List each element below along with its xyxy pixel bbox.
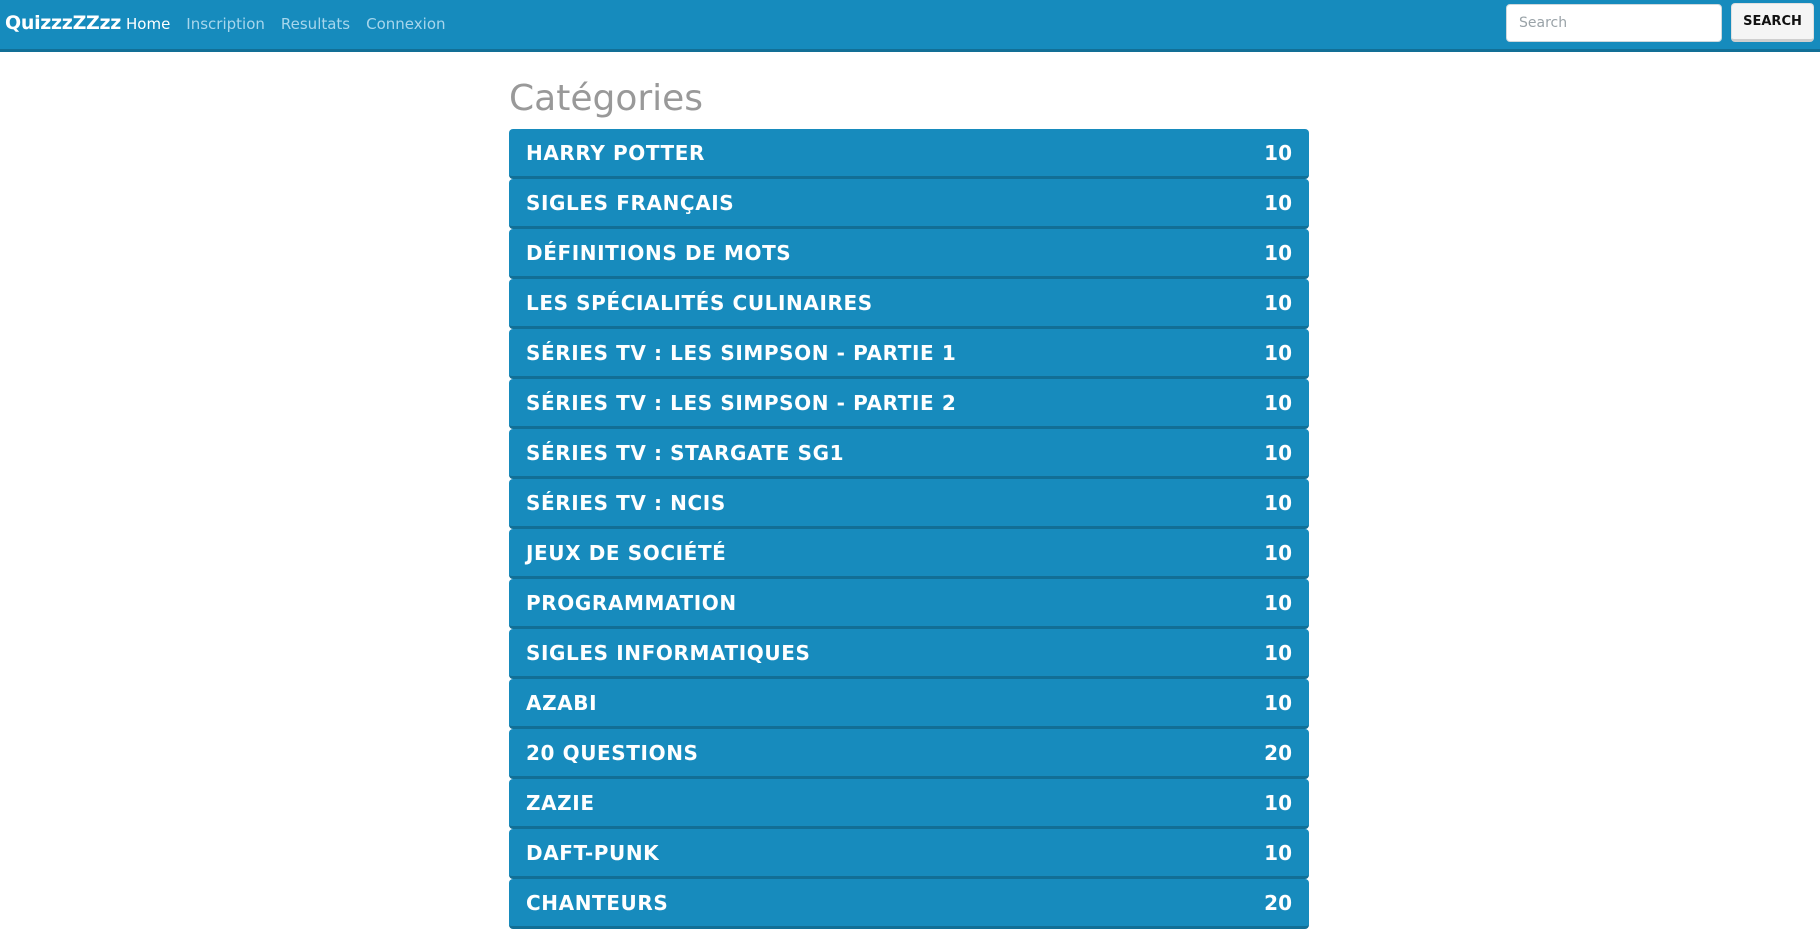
category-item-jeux-de-societe[interactable]: JEUX DE SOCIÉTÉ 10 <box>509 529 1309 579</box>
category-label: SÉRIES TV : LES SIMPSON - PARTIE 2 <box>526 390 957 415</box>
category-count-badge: 10 <box>1264 390 1292 415</box>
category-label: HARRY POTTER <box>526 140 706 165</box>
category-label: SÉRIES TV : NCIS <box>526 490 726 515</box>
category-item-sigles-francais[interactable]: SIGLES FRANÇAIS 10 <box>509 179 1309 229</box>
category-item-azabi[interactable]: AZABI 10 <box>509 679 1309 729</box>
category-item-sigles-informatiques[interactable]: SIGLES INFORMATIQUES 10 <box>509 629 1309 679</box>
nav-links: Home Inscription Resultats Connexion <box>126 15 446 33</box>
category-item-specialites-culinaires[interactable]: LES SPÉCIALITÉS CULINAIRES 10 <box>509 279 1309 329</box>
category-item-stargate-sg1[interactable]: SÉRIES TV : STARGATE SG1 10 <box>509 429 1309 479</box>
nav-link-home[interactable]: Home <box>126 15 170 33</box>
category-count-badge: 10 <box>1264 340 1292 365</box>
category-count-badge: 10 <box>1264 840 1292 865</box>
search-input[interactable] <box>1506 4 1722 42</box>
category-label: PROGRAMMATION <box>526 590 737 615</box>
nav-link-connexion[interactable]: Connexion <box>366 15 445 33</box>
category-count-badge: 10 <box>1264 440 1292 465</box>
category-label: CHANTEURS <box>526 890 669 915</box>
category-count-badge: 10 <box>1264 640 1292 665</box>
category-item-ncis[interactable]: SÉRIES TV : NCIS 10 <box>509 479 1309 529</box>
category-item-chanteurs[interactable]: CHANTEURS 20 <box>509 879 1309 929</box>
category-count-badge: 10 <box>1264 190 1292 215</box>
category-count-badge: 10 <box>1264 140 1292 165</box>
category-item-definitions-de-mots[interactable]: DÉFINITIONS DE MOTS 10 <box>509 229 1309 279</box>
category-label: DAFT-PUNK <box>526 840 660 865</box>
category-item-daft-punk[interactable]: DAFT-PUNK 10 <box>509 829 1309 879</box>
nav-link-resultats[interactable]: Resultats <box>281 15 350 33</box>
category-item-20-questions[interactable]: 20 QUESTIONS 20 <box>509 729 1309 779</box>
category-count-badge: 10 <box>1264 690 1292 715</box>
category-label: SÉRIES TV : STARGATE SG1 <box>526 440 845 465</box>
category-label: LES SPÉCIALITÉS CULINAIRES <box>526 290 873 315</box>
page-title: Catégories <box>509 78 704 119</box>
navbar: QuizzzZZzz Home Inscription Resultats Co… <box>0 0 1820 52</box>
category-count-badge: 10 <box>1264 290 1292 315</box>
category-count-badge: 10 <box>1264 540 1292 565</box>
search-button[interactable]: SEARCH <box>1731 3 1814 42</box>
category-count-badge: 10 <box>1264 240 1292 265</box>
category-count-badge: 20 <box>1264 890 1292 915</box>
category-label: SIGLES INFORMATIQUES <box>526 640 811 665</box>
category-label: SIGLES FRANÇAIS <box>526 190 735 215</box>
category-count-badge: 20 <box>1264 740 1292 765</box>
category-label: DÉFINITIONS DE MOTS <box>526 240 792 265</box>
category-item-programmation[interactable]: PROGRAMMATION 10 <box>509 579 1309 629</box>
category-label: JEUX DE SOCIÉTÉ <box>526 540 727 565</box>
category-item-zazie[interactable]: ZAZIE 10 <box>509 779 1309 829</box>
category-item-simpson-partie-1[interactable]: SÉRIES TV : LES SIMPSON - PARTIE 1 10 <box>509 329 1309 379</box>
brand-logo[interactable]: QuizzzZZzz <box>5 12 121 34</box>
category-item-simpson-partie-2[interactable]: SÉRIES TV : LES SIMPSON - PARTIE 2 10 <box>509 379 1309 429</box>
category-label: AZABI <box>526 690 598 715</box>
category-list: HARRY POTTER 10 SIGLES FRANÇAIS 10 DÉFINIT… <box>509 129 1309 929</box>
category-item-harry-potter[interactable]: HARRY POTTER 10 <box>509 129 1309 179</box>
category-count-badge: 10 <box>1264 490 1292 515</box>
category-label: 20 QUESTIONS <box>526 740 699 765</box>
nav-link-inscription[interactable]: Inscription <box>186 15 265 33</box>
category-label: SÉRIES TV : LES SIMPSON - PARTIE 1 <box>526 340 957 365</box>
category-count-badge: 10 <box>1264 590 1292 615</box>
category-count-badge: 10 <box>1264 790 1292 815</box>
category-label: ZAZIE <box>526 790 595 815</box>
